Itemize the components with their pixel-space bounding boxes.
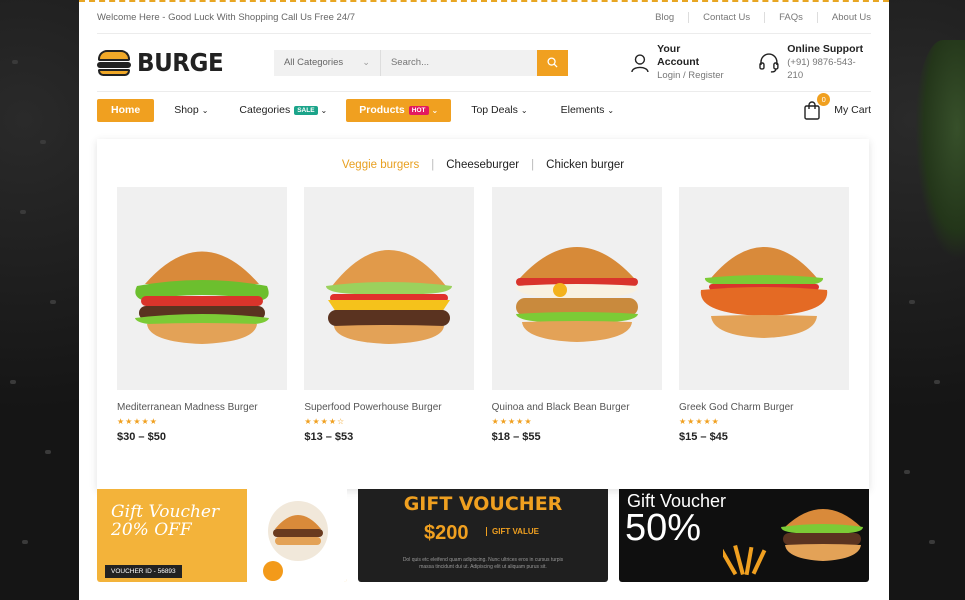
tab-veggie-burgers[interactable]: Veggie burgers <box>330 159 431 171</box>
account-title: Your Account <box>657 43 700 68</box>
account[interactable]: Your Account Login / Register <box>630 43 724 82</box>
star-rating: ★★★★☆ <box>304 417 346 426</box>
faqs-link[interactable]: FAQs <box>764 12 817 23</box>
voucher-value-label: GIFT VALUE <box>486 527 539 536</box>
headset-icon <box>759 52 779 73</box>
contact-us-link[interactable]: Contact Us <box>688 12 764 23</box>
product-name[interactable]: Quinoa and Black Bean Burger <box>492 402 662 413</box>
header: BURGE All Categories ⌄ Your Account Logi… <box>97 34 871 92</box>
search-icon <box>547 57 558 68</box>
cart-count-badge: 0 <box>817 92 831 106</box>
voucher-percent: 50% <box>625 507 702 549</box>
login-register-link[interactable]: Login / Register <box>657 69 724 82</box>
nav-products[interactable]: Products HOT ⌄ <box>346 98 452 122</box>
top-bar: Welcome Here - Good Luck With Shopping C… <box>97 2 871 34</box>
star-rating: ★★★★★ <box>678 417 720 426</box>
voucher-title-text: Gift Voucher <box>111 502 220 522</box>
nav-elements-label: Elements <box>560 104 605 116</box>
product-image[interactable] <box>304 187 475 390</box>
nav-categories-label: Categories <box>239 104 291 116</box>
search-bar: All Categories ⌄ <box>273 49 569 76</box>
mega-menu-tabs: Veggie burgers | Cheeseburger | Chicken … <box>97 159 869 171</box>
nav-products-label: Products <box>359 104 405 116</box>
voucher-fine-print: Dol quis etc eleifend quam adipiscing. N… <box>402 557 564 570</box>
product-name[interactable]: Mediterranean Madness Burger <box>117 402 287 413</box>
search-button[interactable] <box>537 49 569 76</box>
product-price: $15 – $45 <box>678 431 728 443</box>
nav-elements[interactable]: Elements ⌄ <box>561 104 614 116</box>
product-name[interactable]: Superfood Powerhouse Burger <box>304 402 474 413</box>
product-image[interactable] <box>117 187 287 390</box>
category-select-value: All Categories <box>283 57 344 68</box>
chevron-down-icon: ⌄ <box>201 105 209 115</box>
voucher-banner-20-off[interactable]: Gift Voucher 20% OFF VOUCHER ID - 56893 <box>97 489 347 582</box>
about-us-link[interactable]: About Us <box>816 12 871 23</box>
nav-top-deals-label: Top Deals <box>471 104 518 116</box>
chevron-down-icon: ⌄ <box>431 105 439 115</box>
cart-button[interactable]: 0 My Cart <box>803 92 871 120</box>
top-links: Blog Contact Us FAQs About Us <box>641 12 871 23</box>
welcome-text: Welcome Here - Good Luck With Shopping C… <box>97 12 356 23</box>
product-image[interactable] <box>491 187 662 390</box>
logo[interactable]: BURGE <box>97 48 274 77</box>
right-background <box>889 0 965 600</box>
online-support[interactable]: Online Support (+91) 9876-543-210 <box>758 43 871 82</box>
voucher-title: Gift Voucher 20% OFF <box>111 503 219 539</box>
blog-link[interactable]: Blog <box>641 12 688 23</box>
nav-home[interactable]: Home <box>97 98 155 122</box>
nav-top-deals[interactable]: Top Deals ⌄ <box>471 104 527 116</box>
support-title: Online Support <box>787 43 864 55</box>
product-price: $18 – $55 <box>491 431 541 443</box>
main-nav: Home Shop ⌄ Categories SALE ⌄ Products HO… <box>97 92 871 128</box>
hot-badge: HOT <box>408 105 429 115</box>
left-background <box>0 0 79 600</box>
nav-categories[interactable]: Categories SALE ⌄ <box>239 104 327 116</box>
page: Welcome Here - Good Luck With Shopping C… <box>79 0 889 600</box>
burger-logo-icon <box>97 49 131 76</box>
product-price: $30 – $50 <box>117 431 166 443</box>
chevron-down-icon: ⌄ <box>520 105 528 115</box>
chevron-down-icon: ⌄ <box>320 105 328 115</box>
product-card[interactable]: Quinoa and Black Bean Burger ★★★★★ $18 –… <box>491 187 662 443</box>
tab-chicken-burger[interactable]: Chicken burger <box>534 159 636 171</box>
product-card[interactable]: Superfood Powerhouse Burger ★★★★☆ $13 – … <box>304 187 475 443</box>
voucher-amount: $200 <box>424 522 469 544</box>
voucher-title: GIFT VOUCHER <box>403 493 563 515</box>
nav-home-label: Home <box>111 104 141 116</box>
tab-cheeseburger[interactable]: Cheeseburger <box>434 159 531 171</box>
nav-shop-label: Shop <box>174 104 199 116</box>
category-select[interactable]: All Categories ⌄ <box>274 49 381 76</box>
voucher-discount: 20% OFF <box>111 520 192 540</box>
product-card[interactable]: Mediterranean Madness Burger ★★★★★ $30 –… <box>117 187 287 443</box>
logo-text: BURGE <box>137 48 224 77</box>
sale-badge: SALE <box>294 105 318 115</box>
product-image[interactable] <box>678 187 849 390</box>
star-rating: ★★★★★ <box>491 417 533 426</box>
nav-shop[interactable]: Shop ⌄ <box>174 104 208 116</box>
chevron-down-icon: ⌄ <box>607 105 615 115</box>
voucher-id: VOUCHER ID - 56893 <box>105 565 182 578</box>
voucher-banners: Gift Voucher 20% OFF VOUCHER ID - 56893 … <box>97 489 869 582</box>
star-rating: ★★★★★ <box>117 417 158 426</box>
search-input[interactable] <box>380 49 538 76</box>
product-price: $13 – $53 <box>304 431 354 443</box>
cart-label: My Cart <box>834 104 871 116</box>
support-phone: (+91) 9876-543-210 <box>787 57 856 81</box>
product-card[interactable]: Greek God Charm Burger ★★★★★ $15 – $45 <box>678 187 849 443</box>
products-mega-menu: Veggie burgers | Cheeseburger | Chicken … <box>97 139 869 489</box>
chevron-down-icon: ⌄ <box>362 57 370 67</box>
product-grid: Mediterranean Madness Burger ★★★★★ $30 –… <box>117 187 849 443</box>
voucher-banner-200[interactable]: GIFT VOUCHER $200 GIFT VALUE Dol quis et… <box>358 489 608 582</box>
user-icon <box>631 53 649 72</box>
voucher-banner-50[interactable]: Gift Voucher 50% <box>619 489 869 582</box>
product-name[interactable]: Greek God Charm Burger <box>679 402 849 413</box>
